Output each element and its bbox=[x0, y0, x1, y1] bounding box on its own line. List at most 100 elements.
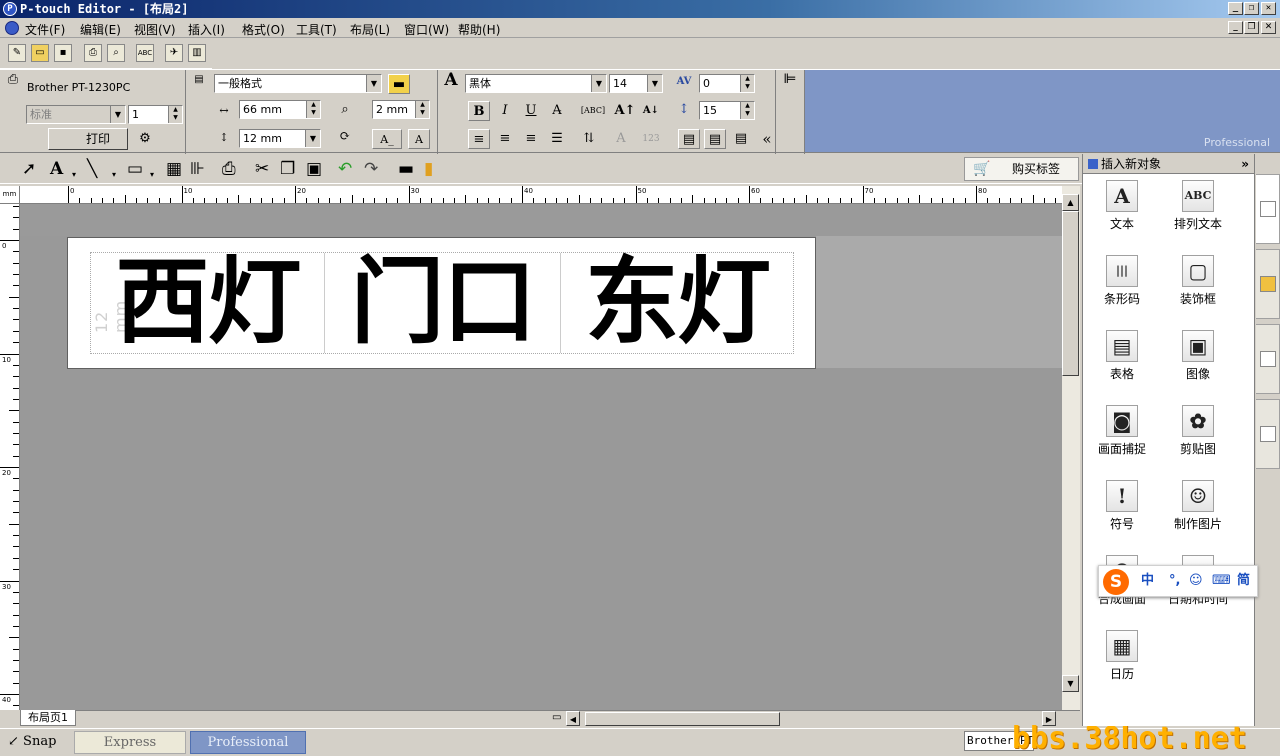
collapse-icon[interactable]: » bbox=[1241, 154, 1249, 174]
print-button[interactable]: 打印 bbox=[48, 128, 128, 150]
menu-view[interactable]: 视图(V) bbox=[134, 21, 176, 38]
rectangle-tool-icon[interactable]: ▭ bbox=[127, 160, 143, 178]
object-text[interactable]: A 文本 bbox=[1087, 180, 1157, 232]
label-cell[interactable]: 门口 bbox=[325, 253, 561, 353]
rotate-icon[interactable]: ⟳ bbox=[334, 127, 356, 147]
layout-canvas[interactable]: 12 mm 西灯 门口 东灯 bbox=[20, 204, 1062, 710]
vertical-align-icon[interactable]: ⇅ bbox=[578, 129, 600, 149]
ime-punct[interactable]: °, bbox=[1169, 566, 1180, 596]
printer-settings-icon[interactable]: ⚙ bbox=[134, 129, 156, 149]
ime-keyboard-icon[interactable]: ⌨ bbox=[1212, 566, 1231, 596]
valign-top-icon[interactable]: ▤ bbox=[678, 129, 700, 149]
new-page-icon[interactable]: ▭ bbox=[552, 712, 561, 723]
select-arrow-icon[interactable]: ➚ bbox=[22, 160, 36, 178]
text-frame[interactable]: 西灯 门口 东灯 bbox=[90, 252, 794, 354]
page-tab[interactable]: 布局页1 bbox=[20, 710, 76, 726]
sogou-logo-icon[interactable]: S bbox=[1103, 569, 1129, 595]
expand-button[interactable]: « bbox=[756, 129, 778, 149]
length-field[interactable]: 66 mm ▲ ▼ bbox=[239, 100, 321, 119]
scroll-left-icon[interactable]: ◀ bbox=[566, 711, 580, 726]
align-right-icon[interactable]: ≡ bbox=[520, 129, 542, 149]
doc-restore-button[interactable]: ❐ bbox=[1244, 21, 1259, 34]
menu-window[interactable]: 窗口(W) bbox=[404, 21, 449, 38]
menu-layout[interactable]: 布局(L) bbox=[350, 21, 390, 38]
buy-labels-button[interactable]: 🛒 购买标签 bbox=[964, 157, 1079, 181]
object-frame[interactable]: ▢ 装饰框 bbox=[1163, 255, 1233, 307]
bold-button[interactable]: B bbox=[468, 101, 490, 121]
horizontal-scroll-thumb[interactable] bbox=[585, 712, 780, 726]
transfer-icon[interactable]: ✈ bbox=[165, 44, 183, 62]
doc-close-button[interactable]: ✕ bbox=[1261, 21, 1276, 34]
menu-help[interactable]: 帮助(H) bbox=[458, 21, 500, 38]
professional-mode-tab[interactable]: Professional bbox=[190, 731, 306, 754]
shrink-font-icon[interactable]: A↓ bbox=[640, 101, 662, 121]
object-calendar[interactable]: ▦ 日历 bbox=[1087, 630, 1157, 682]
object-clip-art[interactable]: ✿ 剪贴图 bbox=[1163, 405, 1233, 457]
minimize-button[interactable]: _ bbox=[1228, 2, 1243, 15]
new-icon[interactable]: ✎ bbox=[8, 44, 26, 62]
print-icon[interactable]: ⎙ bbox=[84, 44, 102, 62]
align-center-icon[interactable]: ≡ bbox=[494, 129, 516, 149]
line-spacing-field[interactable]: 15 ▲ ▼ bbox=[699, 101, 755, 120]
doc-minimize-button[interactable]: _ bbox=[1228, 21, 1243, 34]
redo-icon[interactable]: ↷ bbox=[364, 160, 378, 178]
menu-tools[interactable]: 工具(T) bbox=[296, 21, 337, 38]
label-tape[interactable]: 12 mm 西灯 门口 东灯 bbox=[67, 237, 816, 369]
insert-tab[interactable] bbox=[1256, 174, 1280, 244]
print-preview-icon[interactable]: ⌕ bbox=[107, 44, 125, 62]
paste-icon[interactable]: ▣ bbox=[306, 160, 322, 178]
barcode-tool-icon[interactable]: ⊪ bbox=[190, 160, 205, 178]
chevron-down-icon[interactable]: ▾ bbox=[150, 166, 154, 184]
line-tool-icon[interactable]: ╲ bbox=[87, 160, 97, 178]
object-table[interactable]: ▤ 表格 bbox=[1087, 330, 1157, 382]
align-objects-icon[interactable]: ⊫ bbox=[779, 70, 801, 90]
numbering-icon[interactable]: 123 bbox=[640, 129, 662, 149]
table-tool-icon[interactable]: ▦ bbox=[166, 160, 182, 178]
margin-field[interactable]: 2 mm ▲ ▼ bbox=[372, 100, 430, 119]
scroll-up-icon[interactable]: ▲ bbox=[1062, 194, 1079, 211]
justify-icon[interactable]: ☰ bbox=[546, 129, 568, 149]
tape-color-icon[interactable]: ▬ bbox=[388, 74, 410, 94]
snap-mode-button[interactable]: ↙ Snap bbox=[8, 731, 68, 754]
font-size-select[interactable]: 14 ▼ bbox=[609, 74, 663, 93]
object-symbol[interactable]: ! 符号 bbox=[1087, 480, 1157, 532]
object-make-image[interactable]: ☺ 制作图片 bbox=[1163, 480, 1233, 532]
express-mode-tab[interactable]: Express bbox=[74, 731, 186, 754]
open-icon[interactable]: ▭ bbox=[31, 44, 49, 62]
object-screen-capture[interactable]: ◙ 画面捕捉 bbox=[1087, 405, 1157, 457]
object-barcode[interactable]: ||| 条形码 bbox=[1087, 255, 1157, 307]
undo-icon[interactable]: ↶ bbox=[338, 160, 352, 178]
auto-length-icon[interactable]: ⌕ bbox=[334, 100, 356, 120]
format-style-select[interactable]: 一般格式 ▼ bbox=[214, 74, 382, 93]
restore-button[interactable]: ❐ bbox=[1244, 2, 1259, 15]
scroll-thumb[interactable] bbox=[1062, 211, 1079, 376]
quality-select[interactable]: 标准 ▼ bbox=[26, 105, 126, 124]
cut-icon[interactable]: ✂ bbox=[255, 160, 269, 178]
database-icon[interactable]: ▥ bbox=[188, 44, 206, 62]
vertical-scrollbar[interactable]: ▲ ▼ bbox=[1062, 186, 1080, 710]
vertical-text-button[interactable]: A bbox=[408, 129, 430, 149]
object-arranged-text[interactable]: ABC 排列文本 bbox=[1163, 180, 1233, 232]
underline-button[interactable]: U bbox=[520, 101, 542, 121]
menu-format[interactable]: 格式(O) bbox=[242, 21, 285, 38]
properties-icon[interactable]: ▬ bbox=[398, 160, 414, 178]
pages-tab[interactable] bbox=[1256, 324, 1280, 394]
menu-edit[interactable]: 编辑(E) bbox=[80, 21, 121, 38]
text-tool-icon[interactable]: A bbox=[50, 160, 63, 178]
tape-width-select[interactable]: 12 mm ▼ bbox=[239, 129, 321, 148]
object-image[interactable]: ▣ 图像 bbox=[1163, 330, 1233, 382]
align-left-icon[interactable]: ≡ bbox=[468, 129, 490, 149]
chevron-down-icon[interactable]: ▾ bbox=[72, 166, 76, 184]
label-cell[interactable]: 西灯 bbox=[91, 253, 325, 353]
ime-mode[interactable]: 简 bbox=[1237, 566, 1250, 596]
copy-icon[interactable]: ❐ bbox=[280, 160, 295, 178]
character-icon[interactable]: A bbox=[610, 129, 632, 149]
font-face-select[interactable]: 黑体 ▼ bbox=[465, 74, 607, 93]
chevron-down-icon[interactable]: ▾ bbox=[112, 166, 116, 184]
scroll-down-icon[interactable]: ▼ bbox=[1062, 675, 1079, 692]
close-button[interactable]: ✕ bbox=[1261, 2, 1276, 15]
menu-insert[interactable]: 插入(I) bbox=[188, 21, 225, 38]
grow-font-icon[interactable]: A↑ bbox=[614, 101, 636, 121]
text-frame-icon[interactable]: A_ bbox=[372, 129, 402, 149]
document-icon[interactable] bbox=[5, 21, 19, 35]
